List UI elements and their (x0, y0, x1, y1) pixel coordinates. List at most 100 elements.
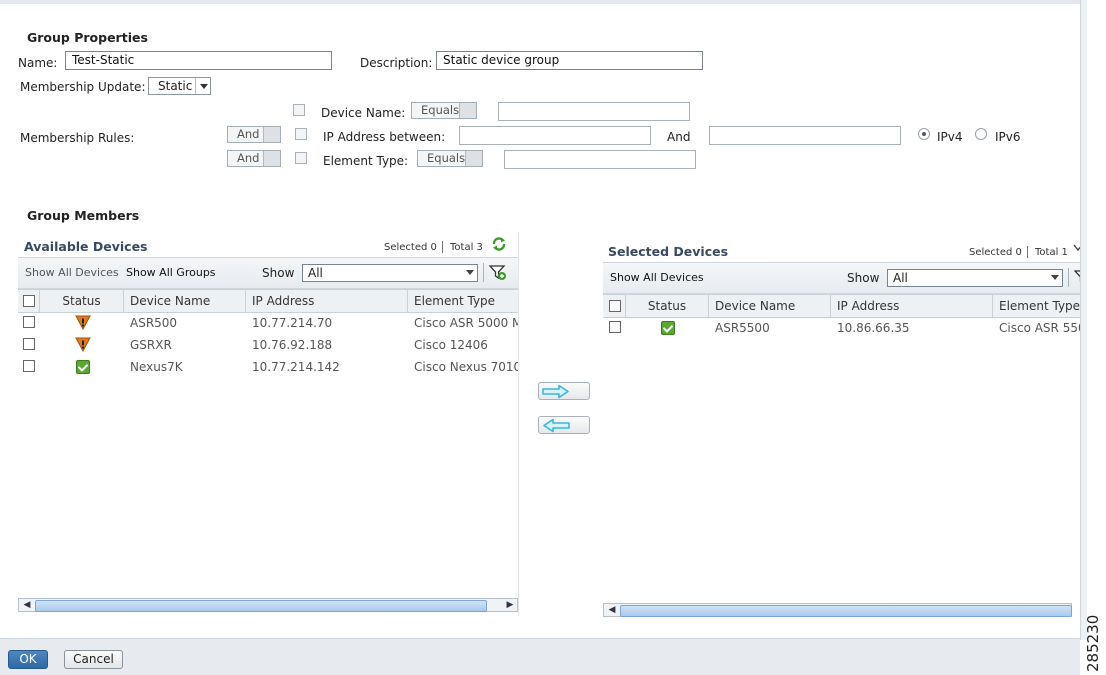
available-devices-panel: Available Devices Selected 0 Total 3 Sho… (18, 232, 519, 616)
row-checkbox[interactable] (609, 321, 621, 333)
ipv6-label: IPv6 (995, 130, 1021, 144)
table-row[interactable]: ASR5500 10.86.66.35 Cisco ASR 5500 (603, 317, 1080, 339)
available-col-ip-address[interactable]: IP Address (246, 290, 408, 312)
ip-range-start-input[interactable] (459, 126, 651, 145)
selected-selected-count: Selected 0 (969, 247, 1022, 258)
available-col-status[interactable]: Status (40, 290, 124, 312)
ip-address-cell: 10.76.92.188 (252, 338, 333, 352)
available-total-count: Total 3 (450, 242, 483, 253)
chevron-down-icon (200, 84, 208, 89)
refresh-icon[interactable] (491, 236, 507, 252)
warning-status-icon (75, 337, 91, 352)
chevron-down-icon (466, 270, 474, 275)
ok-status-icon (76, 360, 90, 374)
chevron-down-icon (1051, 275, 1059, 280)
membership-update-value: Static (158, 79, 193, 93)
rule-connector-2-select[interactable]: And (227, 150, 281, 167)
table-row[interactable]: ASR500 10.77.214.70 Cisco ASR 5000 M... (18, 312, 518, 334)
membership-rules-label: Membership Rules: (20, 131, 135, 145)
selected-show-all-devices-link[interactable]: Show All Devices (610, 271, 704, 284)
element-type-operator-select[interactable]: Equals (417, 150, 483, 167)
element-type-cell: Cisco ASR 5000 M... (414, 316, 518, 330)
ipv4-label: IPv4 (937, 130, 963, 144)
available-horizontal-scrollbar[interactable]: ◀ ▶ (18, 598, 518, 612)
selected-show-select[interactable]: All (887, 269, 1063, 287)
device-name-operator-select[interactable]: Equals (411, 102, 477, 119)
row-checkbox[interactable] (23, 360, 35, 372)
selected-grid-header: Status Device Name IP Address Element Ty… (603, 294, 1080, 318)
device-name-rule-checkbox[interactable] (293, 104, 305, 116)
element-type-rule-input[interactable] (504, 150, 696, 169)
row-checkbox[interactable] (23, 338, 35, 350)
edit-group-dialog: Group Properties Name: Test-Static Descr… (0, 0, 1080, 642)
device-name-operator-value: Equals (421, 103, 460, 117)
scrollbar-thumb[interactable] (620, 605, 1072, 617)
table-row[interactable]: Nexus7K 10.77.214.142 Cisco Nexus 7010..… (18, 356, 518, 378)
device-name-cell: Nexus7K (130, 360, 183, 374)
selected-horizontal-scrollbar[interactable]: ◀ (603, 603, 1072, 617)
filter-icon[interactable] (489, 264, 507, 281)
selected-col-ip-address[interactable]: IP Address (831, 295, 993, 317)
selected-devices-panel: Selected Devices Selected 0 Total 1 Show… (603, 237, 1080, 621)
arrow-left-icon (543, 418, 570, 433)
figure-number: 285230 (1084, 614, 1102, 672)
cancel-button[interactable]: Cancel (64, 650, 123, 669)
name-label: Name: (18, 56, 58, 70)
group-properties-title: Group Properties (27, 30, 148, 45)
available-grid-header: Status Device Name IP Address Element Ty… (18, 289, 518, 313)
selected-col-element-type[interactable]: Element Type (993, 295, 1080, 317)
scrollbar-thumb[interactable] (35, 600, 487, 612)
available-show-select[interactable]: All (302, 264, 478, 282)
available-show-all-groups-link[interactable]: Show All Groups (126, 266, 216, 279)
available-show-label: Show (262, 266, 295, 280)
rule-connector-2-value: And (237, 151, 260, 165)
table-row[interactable]: GSRXR 10.76.92.188 Cisco 12406 (18, 334, 518, 356)
element-type-cell: Cisco Nexus 7010... (414, 360, 518, 374)
membership-update-label: Membership Update: (20, 80, 146, 94)
element-type-rule-label: Element Type: (323, 154, 409, 168)
ip-range-rule-checkbox[interactable] (295, 128, 307, 140)
ip-address-cell: 10.77.214.70 (252, 316, 333, 330)
element-type-operator-value: Equals (427, 151, 466, 165)
name-input[interactable]: Test-Static (65, 51, 332, 70)
rule-connector-1-select[interactable]: And (227, 126, 281, 143)
device-name-cell: ASR5500 (715, 321, 770, 335)
available-devices-title: Available Devices (24, 239, 148, 254)
selected-toolbar: Show All Devices Show All (603, 262, 1080, 294)
device-name-rule-input[interactable] (498, 102, 690, 121)
ipv6-radio[interactable] (975, 128, 987, 140)
ipv4-radio[interactable] (918, 128, 930, 140)
group-members-title: Group Members (27, 208, 140, 223)
selected-col-status[interactable]: Status (626, 295, 709, 317)
rule-connector-1-value: And (237, 127, 260, 141)
scroll-right-icon[interactable]: ▶ (503, 599, 517, 611)
description-input[interactable]: Static device group (436, 51, 703, 70)
ip-range-rule-label: IP Address between: (323, 130, 446, 144)
refresh-icon[interactable] (1073, 243, 1080, 253)
ok-button[interactable]: OK (8, 650, 48, 669)
selected-col-device-name[interactable]: Device Name (709, 295, 831, 317)
available-show-all-devices-link[interactable]: Show All Devices (25, 266, 119, 279)
ip-range-end-input[interactable] (709, 126, 901, 145)
element-type-cell: Cisco 12406 (414, 338, 488, 352)
ip-address-cell: 10.86.66.35 (837, 321, 910, 335)
element-type-rule-checkbox[interactable] (295, 152, 307, 164)
selected-devices-title: Selected Devices (608, 244, 729, 259)
selected-show-value: All (893, 271, 908, 285)
add-to-selected-button[interactable] (538, 382, 590, 400)
available-select-all-checkbox[interactable] (23, 295, 35, 307)
scroll-left-icon[interactable]: ◀ (20, 599, 34, 611)
remove-from-selected-button[interactable] (538, 416, 590, 434)
selected-select-all-checkbox[interactable] (609, 300, 621, 312)
element-type-cell: Cisco ASR 5500 (999, 321, 1080, 335)
selected-show-label: Show (847, 271, 880, 285)
available-col-element-type[interactable]: Element Type (408, 290, 518, 312)
available-col-device-name[interactable]: Device Name (124, 290, 246, 312)
row-checkbox[interactable] (23, 316, 35, 328)
selected-total-count: Total 1 (1035, 247, 1068, 258)
scroll-left-icon[interactable]: ◀ (605, 604, 619, 616)
dialog-edge (1080, 0, 1087, 640)
ip-address-cell: 10.77.214.142 (252, 360, 340, 374)
device-name-cell: ASR500 (130, 316, 178, 330)
membership-update-select[interactable]: Static (148, 77, 211, 95)
